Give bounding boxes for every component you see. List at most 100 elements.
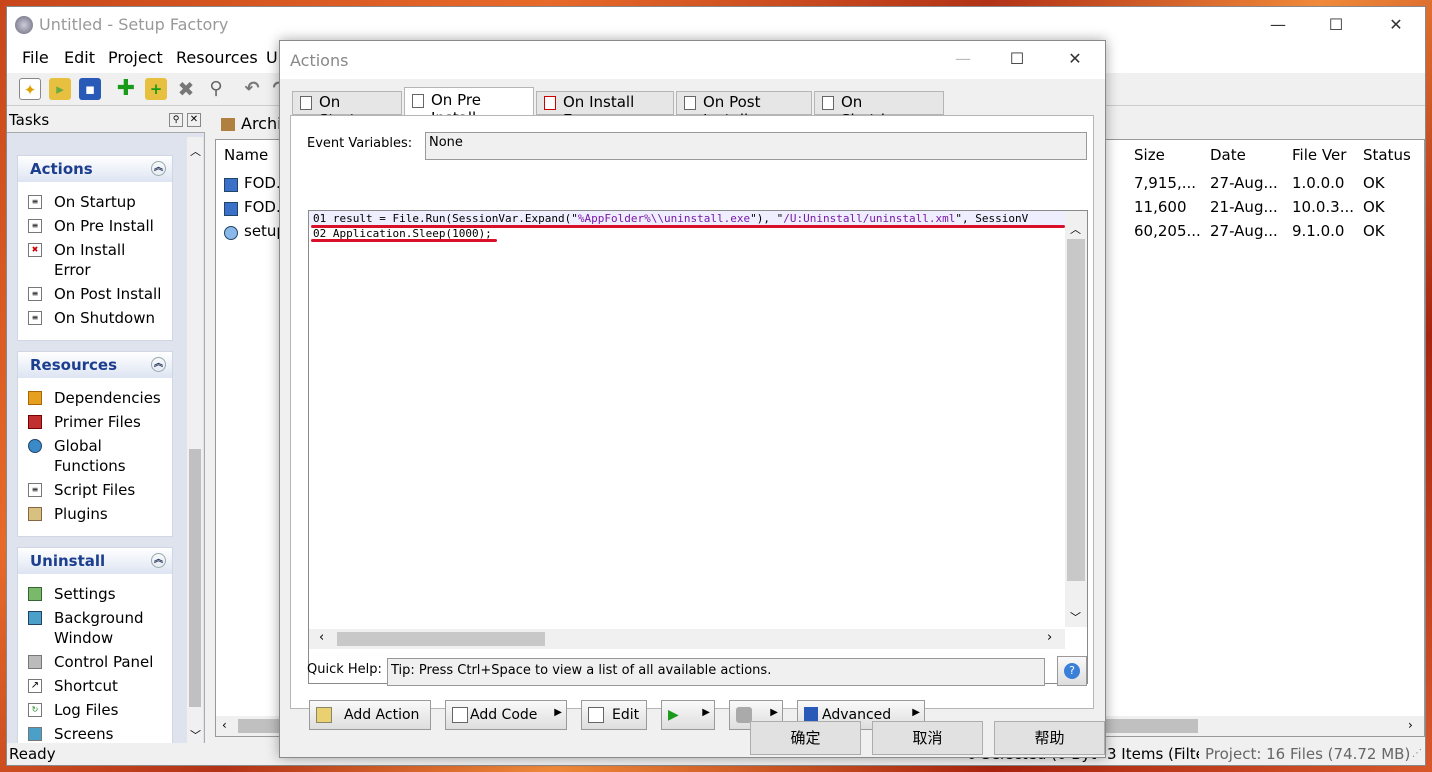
panel-header[interactable]: Resources ︽: [18, 352, 172, 378]
column-date[interactable]: Date: [1210, 146, 1246, 164]
scroll-right-icon[interactable]: ›: [1408, 718, 1413, 732]
uninstall-panel-title: Uninstall: [30, 552, 106, 570]
dropdown-arrow-icon[interactable]: ▶: [554, 707, 562, 718]
editor-vscrollbar[interactable]: ︿ ﹀: [1065, 211, 1087, 627]
tasks-scrollbar[interactable]: ︿ ﹀: [187, 137, 203, 745]
pin-icon[interactable]: ⚲: [169, 113, 183, 127]
dropdown-arrow-icon[interactable]: ▶: [770, 707, 778, 718]
add-action-label: Add Action: [344, 707, 420, 723]
scroll-thumb[interactable]: [337, 632, 545, 646]
dialog-close-icon[interactable]: ✕: [1046, 41, 1104, 77]
control-panel-icon: [28, 655, 42, 669]
scroll-right-icon[interactable]: ›: [1047, 630, 1052, 645]
annotation-underline-1: [311, 225, 1065, 228]
maximize-icon[interactable]: ☐: [1307, 7, 1365, 43]
menu-resources[interactable]: Resources: [176, 48, 258, 67]
edit-button[interactable]: Edit: [581, 700, 647, 730]
tab-on-install-error[interactable]: On Install Error: [536, 91, 674, 129]
menu-project[interactable]: Project: [108, 48, 163, 67]
scroll-thumb[interactable]: [189, 449, 201, 707]
column-file-ver[interactable]: File Ver: [1292, 146, 1346, 164]
resources-panel-title: Resources: [30, 356, 118, 374]
tasks-header: Tasks ⚲ ✕: [7, 109, 205, 133]
cancel-button[interactable]: 取消: [872, 721, 983, 755]
file-size: 60,205...: [1134, 222, 1201, 240]
column-status[interactable]: Status: [1363, 146, 1411, 164]
status-ready: Ready: [9, 745, 56, 763]
script-icon: [412, 94, 424, 108]
task-label: Log Files: [54, 701, 119, 719]
editor-hscrollbar[interactable]: ‹ ›: [309, 629, 1065, 649]
menu-file[interactable]: File: [22, 48, 49, 67]
task-label: Shortcut: [54, 677, 118, 695]
error-script-icon: ✖: [28, 243, 42, 257]
window-icon: [28, 611, 42, 625]
event-variables-field: None: [425, 132, 1087, 160]
column-name[interactable]: Name: [224, 146, 268, 164]
search-icon[interactable]: ⚲: [205, 78, 227, 100]
scroll-left-icon[interactable]: ‹: [222, 718, 227, 732]
file-version: 9.1.0.0: [1292, 222, 1345, 240]
scroll-down-icon[interactable]: ﹀: [1070, 609, 1081, 625]
tab-on-startup[interactable]: On Startup: [292, 91, 402, 129]
dialog-minimize-icon[interactable]: —: [934, 41, 992, 77]
run-button[interactable]: ▶ ▶: [661, 700, 715, 730]
add-code-button[interactable]: Add Code ▶: [445, 700, 567, 730]
script-icon: [822, 96, 834, 110]
add-icon[interactable]: ✚: [115, 78, 137, 100]
file-version: 10.0.3...: [1292, 198, 1355, 216]
scroll-left-icon[interactable]: ‹: [319, 630, 324, 645]
scroll-down-icon[interactable]: ﹀: [190, 727, 201, 743]
task-label: On Startup: [54, 193, 136, 211]
dropdown-arrow-icon[interactable]: ▶: [702, 707, 710, 718]
scroll-up-icon[interactable]: ︿: [190, 143, 201, 159]
add-code-label: Add Code: [470, 707, 538, 723]
title-bar: Untitled - Setup Factory — ☐ ✕: [7, 7, 1425, 43]
delete-icon[interactable]: ✖: [175, 78, 197, 100]
dialog-maximize-icon[interactable]: ☐: [988, 41, 1046, 77]
save-icon[interactable]: ▪: [79, 78, 101, 100]
file-status: OK: [1363, 222, 1385, 240]
quick-help-field: Tip: Press Ctrl+Space to view a list of …: [387, 658, 1045, 686]
tab-on-pre-install[interactable]: On Pre Install: [404, 87, 534, 127]
new-icon[interactable]: ✦: [19, 78, 41, 100]
dropdown-arrow-icon[interactable]: ▶: [912, 707, 920, 718]
add-folder-icon[interactable]: +: [145, 78, 167, 100]
open-folder-icon[interactable]: ▸: [49, 78, 71, 100]
file-size: 7,915,...: [1134, 174, 1197, 192]
script-icon: ≡: [28, 311, 42, 325]
collapse-icon[interactable]: ︽: [151, 357, 166, 372]
task-label: On Post Install: [54, 285, 162, 303]
tab-on-shutdown[interactable]: On Shutdown: [814, 91, 944, 129]
actions-panel-title: Actions: [30, 160, 93, 178]
menu-edit[interactable]: Edit: [64, 48, 95, 67]
dialog-help-button[interactable]: 帮助: [994, 721, 1105, 755]
script-icon: [300, 96, 312, 110]
setup-icon: [224, 226, 238, 240]
script-icon: ≡: [28, 287, 42, 301]
tasks-title: Tasks: [9, 111, 50, 129]
file-status: OK: [1363, 174, 1385, 192]
tab-on-post-install[interactable]: On Post Install: [676, 91, 812, 129]
panel-header[interactable]: Actions ︽: [18, 156, 172, 182]
resize-grip-icon[interactable]: ⋰: [1412, 748, 1422, 759]
help-icon: ?: [1064, 663, 1080, 679]
add-action-button[interactable]: Add Action: [309, 700, 431, 730]
panel-header[interactable]: Uninstall ︽: [18, 548, 172, 574]
column-size[interactable]: Size: [1134, 146, 1165, 164]
quick-help-label: Quick Help:: [307, 662, 382, 677]
collapse-icon[interactable]: ︽: [151, 553, 166, 568]
ok-button[interactable]: 确定: [750, 721, 861, 755]
undo-icon[interactable]: ↶: [241, 78, 263, 100]
collapse-icon[interactable]: ︽: [151, 161, 166, 176]
actions-dialog: Actions — ☐ ✕ On Startup On Pre Install …: [279, 40, 1106, 758]
scroll-up-icon[interactable]: ︿: [1070, 221, 1081, 237]
close-icon[interactable]: ✕: [1367, 7, 1425, 43]
close-pane-icon[interactable]: ✕: [187, 113, 201, 127]
help-button[interactable]: ?: [1057, 656, 1087, 686]
script-editor[interactable]: 01 result = File.Run(SessionVar.Expand("…: [308, 210, 1088, 684]
scroll-thumb[interactable]: [1067, 239, 1085, 581]
code-text: 01 result = File.Run(SessionVar.Expand(": [313, 212, 578, 225]
minimize-icon[interactable]: —: [1249, 7, 1307, 43]
status-project: Project: 16 Files (74.72 MB): [1205, 745, 1411, 763]
